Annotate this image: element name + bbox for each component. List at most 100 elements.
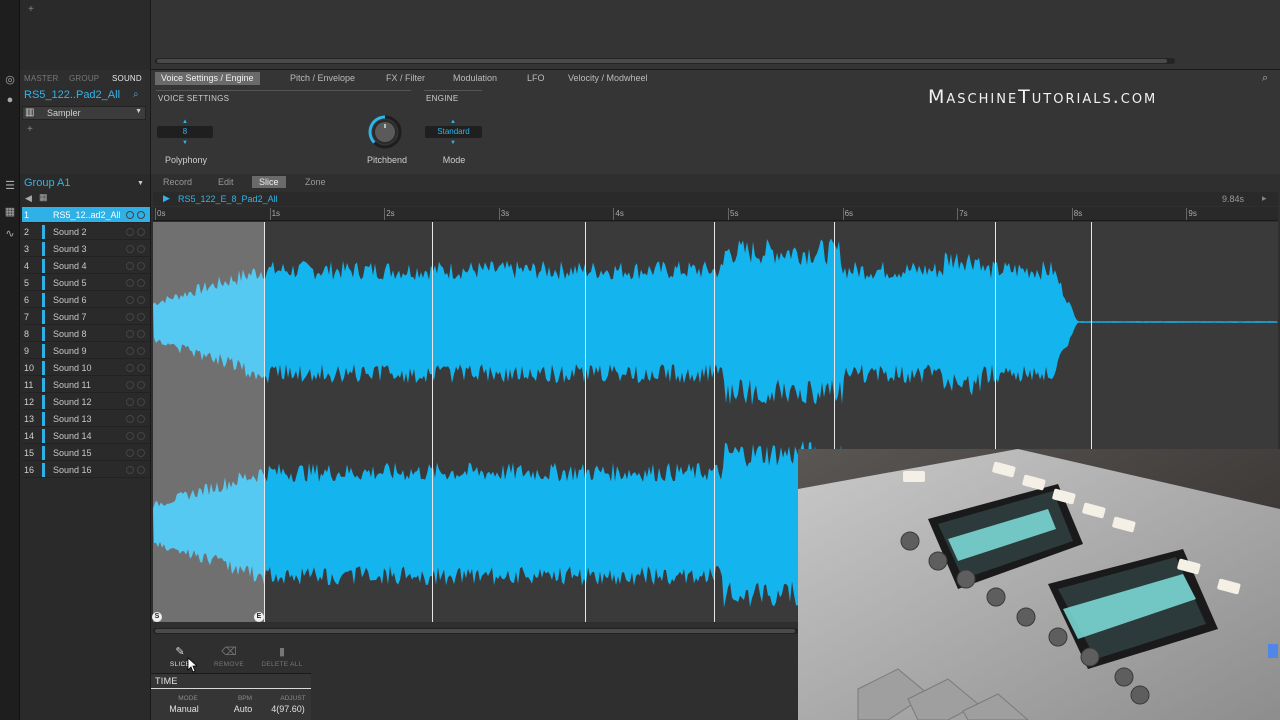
mode-up-arrow-icon[interactable]: ▲ bbox=[450, 119, 456, 125]
list-icon[interactable]: ☰ bbox=[3, 180, 17, 192]
pad-row[interactable]: 5 Sound 5 bbox=[22, 275, 150, 291]
plugin-slot[interactable]: ▥ ▼ bbox=[22, 106, 146, 120]
pad-solo-button[interactable] bbox=[137, 211, 145, 219]
arranger-scrollbar[interactable] bbox=[155, 58, 1175, 64]
tab-slice[interactable]: Slice bbox=[252, 176, 286, 188]
polyphony-down-arrow-icon[interactable]: ▼ bbox=[182, 140, 188, 146]
pad-row[interactable]: 6 Sound 6 bbox=[22, 292, 150, 308]
search-icon[interactable]: ⌕ bbox=[1262, 72, 1268, 85]
pad-solo-button[interactable] bbox=[137, 330, 145, 338]
waveform-icon[interactable]: ∿ bbox=[3, 228, 17, 240]
scroll-right-icon[interactable]: ▸ bbox=[1262, 193, 1267, 204]
tab-zone[interactable]: Zone bbox=[298, 176, 333, 188]
pad-mute-button[interactable] bbox=[126, 449, 134, 457]
pad-mute-button[interactable] bbox=[126, 415, 134, 423]
keyboard-icon[interactable]: ▦ bbox=[39, 192, 48, 203]
slice-line[interactable] bbox=[585, 222, 586, 622]
tab-fx-filter[interactable]: FX / Filter bbox=[380, 72, 431, 85]
pad-solo-button[interactable] bbox=[137, 228, 145, 236]
pad-row[interactable]: 13 Sound 13 bbox=[22, 411, 150, 427]
mode-value[interactable]: Manual bbox=[160, 704, 208, 714]
pad-row[interactable]: 3 Sound 3 bbox=[22, 241, 150, 257]
pad-row[interactable]: 16 Sound 16 bbox=[22, 462, 150, 478]
pad-mute-button[interactable] bbox=[126, 245, 134, 253]
pad-solo-button[interactable] bbox=[137, 279, 145, 287]
slice-line[interactable] bbox=[714, 222, 715, 622]
tab-pitch-envelope[interactable]: Pitch / Envelope bbox=[284, 72, 361, 85]
pad-mute-button[interactable] bbox=[126, 466, 134, 474]
pad-row[interactable]: 4 Sound 4 bbox=[22, 258, 150, 274]
pad-solo-button[interactable] bbox=[137, 296, 145, 304]
pad-row[interactable]: 12 Sound 12 bbox=[22, 394, 150, 410]
mode-down-arrow-icon[interactable]: ▼ bbox=[450, 140, 456, 146]
pad-solo-button[interactable] bbox=[137, 313, 145, 321]
slice-line[interactable] bbox=[432, 222, 433, 622]
adjust-value[interactable]: 4(97.60) bbox=[264, 704, 312, 714]
waveform-scrollbar[interactable] bbox=[153, 628, 798, 634]
speaker-icon[interactable]: ◀ bbox=[25, 193, 32, 204]
pad-mute-button[interactable] bbox=[126, 296, 134, 304]
slice-tool-button[interactable]: ✎ SLICE bbox=[155, 645, 205, 668]
pad-row[interactable]: 9 Sound 9 bbox=[22, 343, 150, 359]
tab-record[interactable]: Record bbox=[156, 176, 199, 188]
pad-mute-button[interactable] bbox=[126, 262, 134, 270]
pad-solo-button[interactable] bbox=[137, 432, 145, 440]
pitchbend-knob[interactable] bbox=[366, 113, 404, 151]
tab-velocity-modwheel[interactable]: Velocity / Modwheel bbox=[562, 72, 654, 85]
pad-mute-button[interactable] bbox=[126, 398, 134, 406]
pad-row[interactable]: 14 Sound 14 bbox=[22, 428, 150, 444]
engine-mode-value[interactable]: Standard bbox=[425, 126, 482, 138]
search-icon[interactable]: ⌕ bbox=[133, 89, 139, 100]
pad-solo-button[interactable] bbox=[137, 398, 145, 406]
pad-solo-button[interactable] bbox=[137, 364, 145, 372]
level-tab-sound[interactable]: SOUND bbox=[112, 74, 142, 83]
pad-mute-button[interactable] bbox=[126, 381, 134, 389]
pad-row[interactable]: 8 Sound 8 bbox=[22, 326, 150, 342]
pad-mute-button[interactable] bbox=[126, 364, 134, 372]
chevron-down-icon[interactable]: ▼ bbox=[137, 180, 144, 187]
pad-solo-button[interactable] bbox=[137, 415, 145, 423]
pad-solo-button[interactable] bbox=[137, 381, 145, 389]
end-marker[interactable]: E bbox=[254, 612, 264, 622]
time-ruler[interactable] bbox=[153, 207, 1278, 221]
browser-icon[interactable]: ◎ bbox=[3, 74, 17, 86]
pad-mute-button[interactable] bbox=[126, 279, 134, 287]
play-icon[interactable]: ▶ bbox=[163, 193, 170, 204]
pad-solo-button[interactable] bbox=[137, 262, 145, 270]
pad-solo-button[interactable] bbox=[137, 245, 145, 253]
plug-icon[interactable]: ● bbox=[3, 94, 17, 106]
tab-voice-settings[interactable]: Voice Settings / Engine bbox=[155, 72, 260, 85]
pad-row[interactable]: 7 Sound 7 bbox=[22, 309, 150, 325]
group-name[interactable]: Group A1 bbox=[24, 177, 70, 189]
pad-row[interactable]: 1 RS5_12..ad2_All bbox=[22, 207, 150, 223]
tab-lfo[interactable]: LFO bbox=[521, 72, 551, 85]
remove-tool-button[interactable]: ⌫ REMOVE bbox=[204, 645, 254, 668]
tab-modulation[interactable]: Modulation bbox=[447, 72, 503, 85]
polyphony-value[interactable]: 8 bbox=[157, 126, 213, 138]
pad-solo-button[interactable] bbox=[137, 449, 145, 457]
pad-mute-button[interactable] bbox=[126, 228, 134, 236]
level-tab-master[interactable]: MASTER bbox=[24, 74, 59, 83]
slice-line[interactable] bbox=[264, 222, 265, 622]
pad-row[interactable]: 15 Sound 15 bbox=[22, 445, 150, 461]
pad-mute-button[interactable] bbox=[126, 432, 134, 440]
grid-icon[interactable]: ▦ bbox=[3, 206, 17, 218]
pad-mute-button[interactable] bbox=[126, 313, 134, 321]
tab-edit[interactable]: Edit bbox=[211, 176, 241, 188]
add-group-icon[interactable]: + bbox=[28, 4, 34, 15]
start-marker[interactable]: S bbox=[152, 612, 162, 622]
pad-solo-button[interactable] bbox=[137, 347, 145, 355]
pad-solo-button[interactable] bbox=[137, 466, 145, 474]
delete-all-button[interactable]: ▮ DELETE ALL bbox=[257, 645, 307, 668]
pad-mute-button[interactable] bbox=[126, 330, 134, 338]
pad-row[interactable]: 2 Sound 2 bbox=[22, 224, 150, 240]
pad-mute-button[interactable] bbox=[126, 211, 134, 219]
polyphony-up-arrow-icon[interactable]: ▲ bbox=[182, 119, 188, 125]
pad-row[interactable]: 11 Sound 11 bbox=[22, 377, 150, 393]
pad-row[interactable]: 10 Sound 10 bbox=[22, 360, 150, 376]
level-tab-group[interactable]: GROUP bbox=[69, 74, 99, 83]
bpm-value[interactable]: Auto bbox=[219, 704, 267, 714]
add-plugin-icon[interactable]: + bbox=[27, 124, 33, 135]
pad-mute-button[interactable] bbox=[126, 347, 134, 355]
sound-name[interactable]: RS5_122..Pad2_All bbox=[24, 89, 120, 101]
